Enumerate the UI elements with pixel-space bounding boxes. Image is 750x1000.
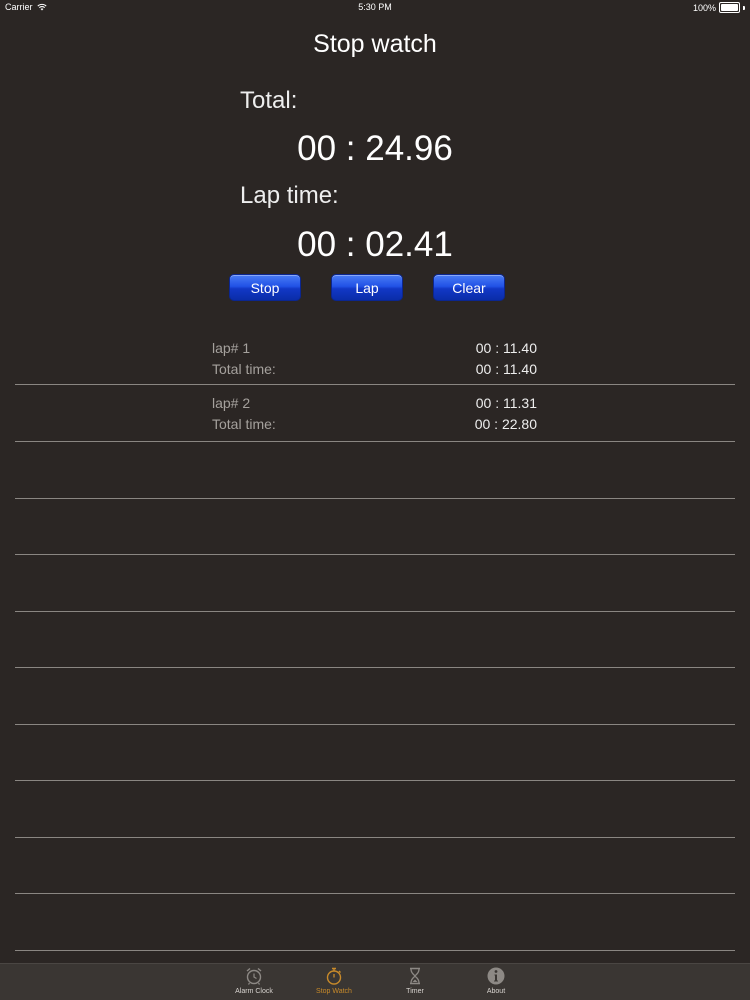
stopwatch-icon [326,967,342,985]
info-icon [487,967,505,985]
battery-percent: 100% [692,2,716,13]
empty-list-row [15,555,735,612]
tab-label: About [486,988,506,995]
lap-list[interactable]: lap# 1 Total time: 00 : 11.40 00 : 11.40… [15,330,735,951]
lap-name: lap# 1 [212,340,251,356]
lap-name: lap# 2 [212,395,251,411]
empty-list-row [15,781,735,838]
empty-list-row [15,612,735,668]
tab-timer[interactable]: Timer [380,966,450,995]
list-item[interactable]: lap# 2 Total time: 00 : 11.31 00 : 22.80 [15,385,735,442]
tab-stop-watch[interactable]: Stop Watch [299,966,369,995]
tab-bar: Alarm Clock Stop Watch Timer About [0,963,750,1000]
page-title: Stop watch [313,30,437,58]
lap-time-label: Lap time: [240,182,339,209]
lap-time-value: 00 : 02.41 [297,225,453,264]
status-bar: Carrier 5:30 PM 100% [0,0,750,16]
lap-total-time: 00 : 11.40 [475,361,537,377]
lap-total-label: Total time: [212,416,276,432]
tab-label: Stop Watch [316,988,352,995]
status-time: 5:30 PM [358,2,392,12]
empty-list-row [15,894,735,951]
alarm-clock-icon [246,967,262,985]
tab-label: Alarm Clock [235,988,273,995]
lap-total-label: Total time: [212,361,276,377]
lap-button[interactable]: Lap [331,274,403,301]
empty-list-row [15,668,735,725]
status-right: 100% [693,2,745,13]
total-label: Total: [240,87,298,114]
empty-list-row [15,838,735,894]
tab-about[interactable]: About [461,966,531,995]
battery-icon [719,2,740,13]
empty-list-row [15,499,735,555]
empty-list-row [15,725,735,781]
lap-time: 00 : 11.40 [475,340,537,356]
lap-total-time: 00 : 22.80 [474,416,537,432]
stop-button[interactable]: Stop [229,274,301,301]
total-value: 00 : 24.96 [297,129,453,168]
clear-button[interactable]: Clear [433,274,505,301]
lap-time: 00 : 11.31 [475,395,537,411]
list-item[interactable]: lap# 1 Total time: 00 : 11.40 00 : 11.40 [15,330,735,385]
empty-list-row [15,442,735,499]
battery-tip [743,5,745,10]
tab-alarm-clock[interactable]: Alarm Clock [219,966,289,995]
tab-label: Timer [406,988,424,995]
hourglass-icon [410,967,420,985]
